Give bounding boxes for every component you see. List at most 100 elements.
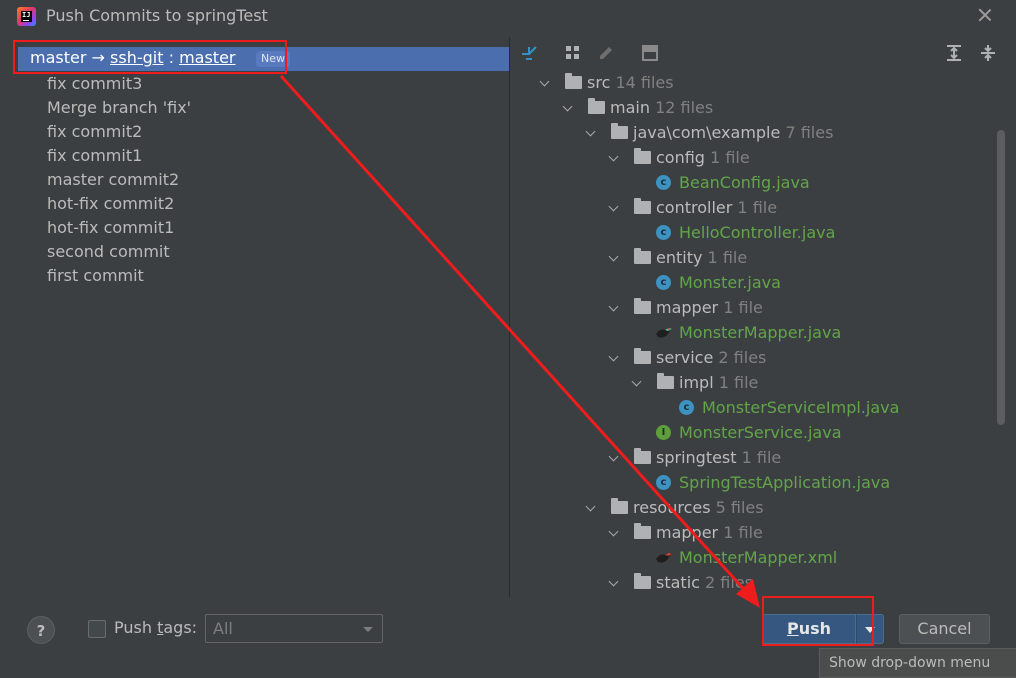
chevron-down-icon[interactable] (609, 153, 619, 163)
folder-name: springtest (656, 448, 737, 467)
folder-name: mapper (656, 523, 719, 542)
chevron-down-icon (363, 627, 373, 632)
preview-icon[interactable] (640, 43, 660, 63)
chevron-down-icon[interactable] (609, 578, 619, 588)
commit-item[interactable]: hot-fix commit2 (47, 194, 174, 213)
commit-item[interactable]: fix commit3 (47, 74, 142, 93)
chevron-down-icon[interactable] (609, 453, 619, 463)
commit-item[interactable]: hot-fix commit1 (47, 218, 174, 237)
chevron-down-icon[interactable] (632, 378, 642, 388)
mybatis-bird-icon (656, 328, 672, 338)
chevron-down-icon[interactable] (586, 503, 596, 513)
folder-icon (634, 523, 651, 539)
expand-all-icon[interactable] (944, 43, 964, 63)
window-title: Push Commits to springTest (46, 6, 268, 25)
push-button[interactable]: Push (762, 614, 856, 644)
group-by-icon[interactable] (563, 43, 583, 63)
folder-label: mapper 1 file (656, 298, 763, 317)
folder-name: src (587, 73, 611, 92)
mybatis-bird-icon (656, 553, 672, 563)
show-diff-icon[interactable] (519, 43, 539, 63)
push-dropdown-button[interactable] (856, 614, 884, 644)
tree-file[interactable]: MonsterMapper.xml (510, 548, 1008, 572)
file-count: 7 files (785, 123, 834, 142)
spring-boot-class-icon: c (656, 475, 671, 490)
tree-file[interactable]: I MonsterService.java (510, 423, 1008, 447)
file-count: 12 files (655, 98, 714, 117)
tree-folder-main[interactable]: main 12 files (510, 98, 1008, 122)
folder-name: impl (679, 373, 714, 392)
file-name: MonsterMapper.xml (679, 548, 838, 567)
commit-item[interactable]: fix commit2 (47, 122, 142, 141)
chevron-down-icon[interactable] (609, 528, 619, 538)
help-button[interactable]: ? (27, 616, 55, 644)
file-name: MonsterService.java (679, 423, 842, 442)
branch-row[interactable]: master → ssh-git : master New (18, 47, 516, 71)
remote-name[interactable]: ssh-git (110, 48, 163, 67)
tree-file[interactable]: c HelloController.java (510, 223, 1008, 247)
folder-label: entity 1 file (656, 248, 747, 267)
tree-file[interactable]: c MonsterServiceImpl.java (510, 398, 1008, 422)
folder-label: impl 1 file (679, 373, 758, 392)
java-class-icon: c (656, 175, 671, 190)
changes-tree-panel: src 14 files main 12 files java\com\exam… (510, 37, 1008, 597)
tree-folder-static[interactable]: static 2 files (510, 573, 1008, 597)
tree-folder-controller[interactable]: controller 1 file (510, 198, 1008, 222)
collapse-all-icon[interactable] (978, 43, 998, 63)
chevron-down-icon[interactable] (609, 303, 619, 313)
tree-folder-mapper[interactable]: mapper 1 file (510, 523, 1008, 547)
folder-name: mapper (656, 298, 719, 317)
folder-label: main 12 files (610, 98, 713, 117)
tree-folder-service[interactable]: service 2 files (510, 348, 1008, 372)
file-count: 1 file (737, 198, 778, 217)
new-badge: New (256, 51, 290, 67)
push-tags-checkbox[interactable] (88, 620, 106, 638)
file-count: 1 file (710, 148, 750, 167)
tree-file[interactable]: MonsterMapper.java (510, 323, 1008, 347)
commit-item[interactable]: master commit2 (47, 170, 179, 189)
edit-source-icon[interactable] (596, 43, 616, 63)
chevron-down-icon[interactable] (609, 353, 619, 363)
tree-folder-springtest[interactable]: springtest 1 file (510, 448, 1008, 472)
close-icon[interactable] (974, 4, 996, 26)
tree-folder-config[interactable]: config 1 file (510, 148, 1008, 172)
tooltip: Show drop-down menu (819, 648, 1016, 678)
tree-folder-mapper[interactable]: mapper 1 file (510, 298, 1008, 322)
target-branch[interactable]: master (179, 48, 235, 67)
chevron-down-icon[interactable] (586, 128, 596, 138)
tree-file[interactable]: c BeanConfig.java (510, 173, 1008, 197)
folder-name: resources (633, 498, 711, 517)
tree-folder-resources[interactable]: resources 5 files (510, 498, 1008, 522)
tree-file[interactable]: c SpringTestApplication.java (510, 473, 1008, 497)
folder-name: controller (656, 198, 733, 217)
cancel-button[interactable]: Cancel (899, 614, 990, 644)
folder-label: java\com\example 7 files (633, 123, 833, 142)
tree-file[interactable]: c Monster.java (510, 273, 1008, 297)
commit-item[interactable]: Merge branch 'fix' (47, 98, 191, 117)
tree-folder-java[interactable]: java\com\example 7 files (510, 123, 1008, 147)
tree-folder-src[interactable]: src 14 files (510, 73, 1008, 97)
chevron-down-icon[interactable] (540, 78, 550, 88)
folder-icon (634, 248, 651, 264)
file-count: 1 file (723, 523, 763, 542)
chevron-down-icon[interactable] (563, 103, 573, 113)
commit-item[interactable]: fix commit1 (47, 146, 142, 165)
folder-icon (611, 498, 628, 514)
push-tags-select[interactable]: All (205, 614, 383, 643)
tree-folder-impl[interactable]: impl 1 file (510, 373, 1008, 397)
file-count: 1 file (741, 448, 782, 467)
commit-item[interactable]: second commit (47, 242, 170, 261)
push-label: ush (798, 619, 832, 638)
commit-item[interactable]: first commit (47, 266, 144, 285)
tree-scrollbar[interactable] (997, 130, 1005, 425)
file-count: 5 files (715, 498, 764, 517)
chevron-down-icon[interactable] (609, 253, 619, 263)
commits-panel: master → ssh-git : master New fix commit… (8, 37, 516, 597)
push-tags-label[interactable]: Push tags: (114, 618, 197, 637)
java-interface-icon: I (656, 425, 671, 440)
chevron-down-icon[interactable] (609, 203, 619, 213)
folder-label: service 2 files (656, 348, 766, 367)
tree-folder-entity[interactable]: entity 1 file (510, 248, 1008, 272)
folder-name: config (656, 148, 705, 167)
java-class-icon: c (656, 225, 671, 240)
